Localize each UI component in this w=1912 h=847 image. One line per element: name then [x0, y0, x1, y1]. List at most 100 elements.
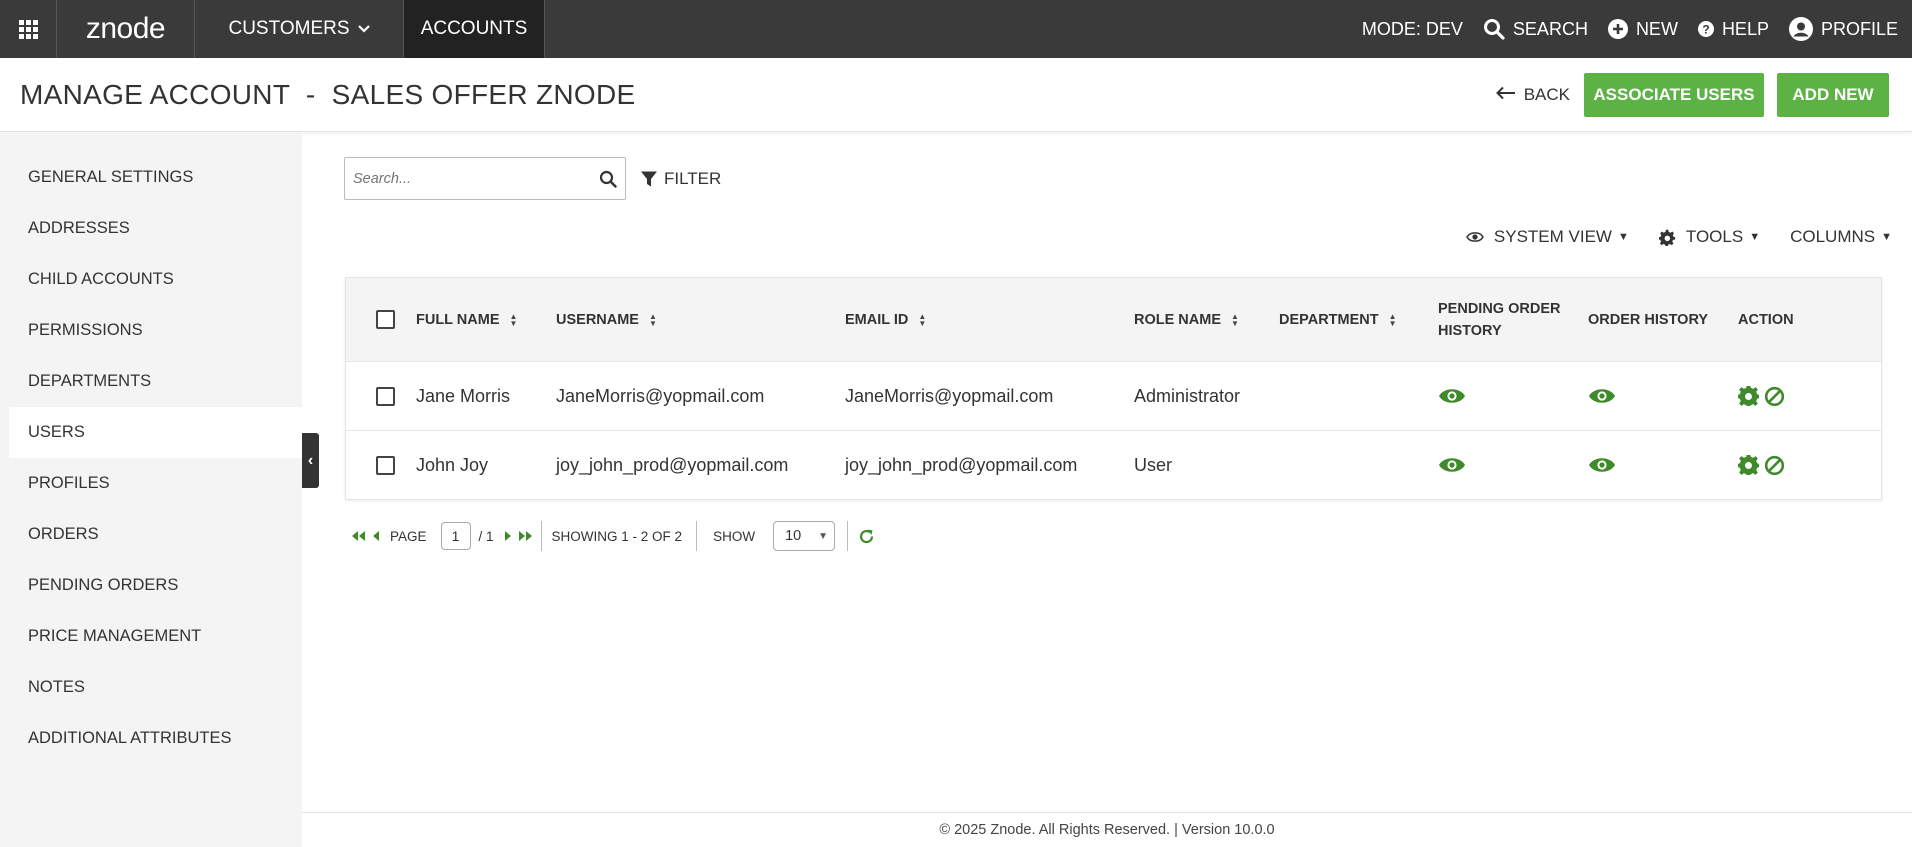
footer: © 2025 Znode. All Rights Reserved. | Ver…: [302, 812, 1912, 847]
nav-accounts[interactable]: ACCOUNTS: [404, 0, 545, 58]
mode-indicator: MODE: DEV: [1361, 18, 1463, 39]
system-view-label: SYSTEM VIEW: [1493, 227, 1612, 246]
cell-email: JaneMorris@yopmail.com: [845, 385, 1054, 406]
sidebar-item-profiles[interactable]: PROFILES: [0, 458, 302, 509]
showing-count: SHOWING 1 - 2 OF 2: [551, 528, 683, 544]
sidebar-item-addresses[interactable]: ADDRESSES: [0, 203, 302, 254]
sidebar-item-price-management[interactable]: PRICE MANAGEMENT: [0, 611, 302, 662]
sidebar-item-departments[interactable]: DEPARTMENTS: [0, 356, 302, 407]
arrow-left-icon: [1495, 85, 1516, 105]
nav-customers-label: CUSTOMERS: [228, 18, 350, 39]
sort-icon: ▲ ▼: [918, 311, 927, 328]
back-button[interactable]: BACK: [1495, 84, 1570, 105]
caret-down-icon: ▼: [1617, 231, 1629, 243]
settings-gear-icon[interactable]: [1738, 454, 1759, 476]
page-size-value: 10: [785, 528, 802, 544]
filter-button[interactable]: FILTER: [640, 169, 721, 189]
view-order-history-eye-icon[interactable]: [1588, 456, 1616, 474]
page-label: PAGE: [390, 528, 427, 544]
apps-grid-icon[interactable]: [0, 0, 57, 58]
cell-full-name: John Joy: [416, 454, 489, 475]
caret-down-icon: ▼: [1749, 231, 1761, 243]
nav-search[interactable]: SEARCH: [1483, 18, 1588, 40]
tools-dropdown[interactable]: TOOLS ▼: [1658, 227, 1761, 247]
search-icon[interactable]: [591, 170, 625, 188]
divider: [696, 521, 698, 551]
cell-username: joy_john_prod@yopmail.com: [556, 454, 789, 475]
row-checkbox[interactable]: [375, 386, 395, 406]
page-title: MANAGE ACCOUNT - SALES OFFER ZNODE: [20, 78, 636, 110]
page-size-select[interactable]: 10 ▼: [773, 521, 836, 551]
sidebar-item-child-accounts[interactable]: CHILD ACCOUNTS: [0, 254, 302, 305]
view-pending-orders-eye-icon[interactable]: [1438, 387, 1466, 405]
filter-label: FILTER: [664, 169, 722, 188]
view-order-history-eye-icon[interactable]: [1588, 387, 1616, 405]
cell-email: joy_john_prod@yopmail.com: [845, 454, 1078, 475]
nav-new-label: NEW: [1635, 18, 1678, 39]
col-header-username[interactable]: USERNAME ▲ ▼: [556, 312, 845, 328]
view-pending-orders-eye-icon[interactable]: [1438, 456, 1466, 474]
nav-new[interactable]: NEW: [1607, 18, 1678, 40]
show-label: SHOW: [713, 528, 756, 544]
nav-customers[interactable]: CUSTOMERS: [195, 0, 404, 58]
columns-label: COLUMNS: [1790, 227, 1876, 246]
first-page-icon[interactable]: [351, 530, 367, 542]
sidebar-item-users[interactable]: USERS: [9, 407, 302, 458]
refresh-icon[interactable]: [858, 528, 875, 545]
col-header-pending-order-history: PENDING ORDER HISTORY: [1438, 298, 1588, 342]
columns-dropdown[interactable]: COLUMNS ▼: [1790, 227, 1892, 247]
main-content: FILTER SYSTEM VIEW ▼ TOOLS ▼ COLUMNS ▼ F…: [302, 133, 1912, 847]
last-page-icon[interactable]: [517, 530, 533, 542]
cell-role: Administrator: [1134, 385, 1241, 406]
page-total: / 1: [478, 528, 494, 544]
sidebar-item-notes[interactable]: NOTES: [0, 662, 302, 713]
tools-label: TOOLS: [1685, 227, 1744, 246]
nav-profile[interactable]: PROFILE: [1788, 17, 1898, 41]
sidebar-item-permissions[interactable]: PERMISSIONS: [0, 305, 302, 356]
caret-down-icon: ▼: [1881, 231, 1892, 243]
search-input[interactable]: [345, 158, 591, 199]
sidebar: GENERAL SETTINGS ADDRESSES CHILD ACCOUNT…: [0, 133, 302, 847]
sidebar-item-pending-orders[interactable]: PENDING ORDERS: [0, 560, 302, 611]
select-all-checkbox[interactable]: [375, 310, 395, 329]
nav-help[interactable]: ? HELP: [1697, 18, 1769, 40]
associate-users-button[interactable]: ASSOCIATE USERS: [1584, 72, 1764, 117]
page-header: MANAGE ACCOUNT - SALES OFFER ZNODE BACK …: [0, 58, 1912, 132]
search-icon: [1483, 18, 1505, 40]
col-header-email[interactable]: EMAIL ID ▲ ▼: [845, 312, 1134, 328]
sidebar-item-general-settings[interactable]: GENERAL SETTINGS: [0, 152, 302, 203]
disable-ban-icon[interactable]: [1764, 455, 1785, 476]
znode-logo[interactable]: znode: [57, 0, 195, 58]
pagination: PAGE 1 / 1 SHOWING 1 - 2 OF 2 SHOW 10 ▼: [351, 521, 879, 551]
back-label: BACK: [1523, 84, 1570, 104]
sidebar-item-additional-attributes[interactable]: ADDITIONAL ATTRIBUTES: [0, 713, 302, 764]
prev-page-icon[interactable]: [371, 530, 380, 542]
table-row: John Joy joy_john_prod@yopmail.com joy_j…: [346, 430, 1881, 499]
col-header-order-history: ORDER HISTORY: [1588, 311, 1709, 328]
disable-ban-icon[interactable]: [1764, 386, 1785, 407]
cell-role: User: [1134, 454, 1173, 475]
users-grid: FULL NAME ▲ ▼ USERNAME ▲ ▼ EMAIL ID ▲ ▼ ROL…: [345, 277, 1882, 500]
settings-gear-icon[interactable]: [1738, 385, 1759, 407]
divider: [540, 521, 542, 551]
search-box: [344, 157, 626, 200]
nav-help-label: HELP: [1721, 18, 1769, 39]
col-header-role[interactable]: ROLE NAME ▲ ▼: [1134, 312, 1279, 328]
col-label: DEPARTMENT: [1279, 311, 1379, 328]
caret-down-icon: ▼: [818, 530, 829, 542]
next-page-icon[interactable]: [504, 530, 513, 542]
help-icon: ?: [1697, 21, 1714, 37]
grid-toolbar: SYSTEM VIEW ▼ TOOLS ▼ COLUMNS ▼: [1436, 227, 1892, 247]
eye-icon: [1466, 231, 1484, 243]
col-label: USERNAME: [556, 311, 639, 328]
sort-icon: ▲ ▼: [648, 311, 657, 328]
col-header-department[interactable]: DEPARTMENT ▲ ▼: [1279, 312, 1438, 328]
row-checkbox[interactable]: [375, 455, 395, 475]
svg-text:?: ?: [1702, 23, 1709, 37]
col-header-full-name[interactable]: FULL NAME ▲ ▼: [416, 312, 556, 328]
add-new-button[interactable]: ADD NEW: [1777, 72, 1889, 117]
page-number-input[interactable]: 1: [440, 522, 471, 550]
chevron-down-icon: [357, 22, 370, 36]
system-view-dropdown[interactable]: SYSTEM VIEW ▼: [1466, 227, 1629, 247]
sidebar-item-orders[interactable]: ORDERS: [0, 509, 302, 560]
